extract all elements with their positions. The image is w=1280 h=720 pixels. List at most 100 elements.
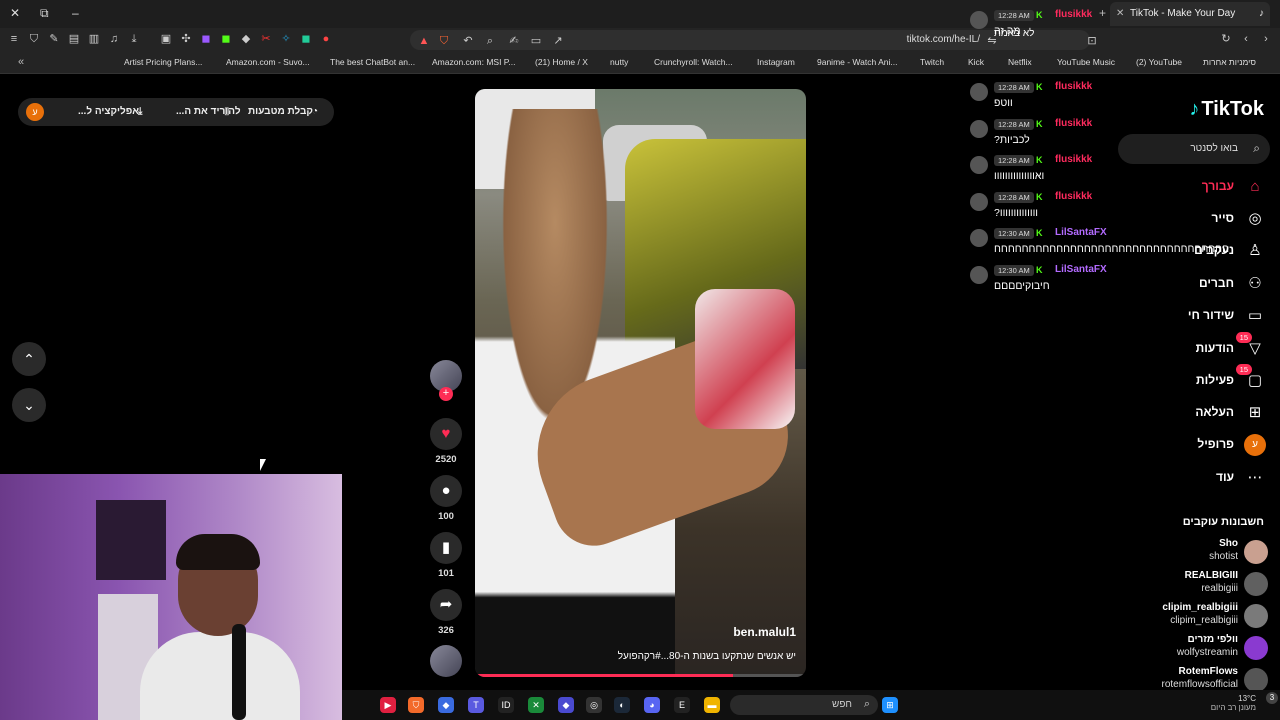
xbox-app-icon[interactable]: ✕ — [528, 697, 544, 713]
sidebar-icon[interactable]: ▥ — [88, 33, 100, 45]
following-account[interactable]: REALBIGIII realbigiii — [1122, 570, 1272, 600]
download-pc-link[interactable]: ...להוריד את ה — [176, 106, 241, 117]
cast-icon[interactable]: ▭ — [530, 35, 542, 47]
app-download-banner[interactable]: ע ...אפליקציה ל ⤓ ...להוריד את ה ▯ קבלת … — [18, 98, 334, 126]
taskbar-search[interactable]: חפש ⌕ — [730, 695, 878, 715]
minimize-window-icon[interactable]: – — [72, 6, 79, 20]
chat-username[interactable]: flusikkk — [1055, 81, 1092, 92]
bookmark-item[interactable]: Instagram — [757, 57, 795, 67]
teams-app-icon[interactable]: T — [468, 697, 484, 713]
video-author[interactable]: ben.malul1 — [733, 625, 796, 639]
follow-plus-icon[interactable]: + — [439, 387, 453, 401]
id-app-icon[interactable]: ID — [498, 697, 514, 713]
bookmark-item[interactable]: (2) YouTube — [1136, 57, 1182, 67]
bookmark-item[interactable]: Amazon.com: MSI P... — [432, 57, 515, 67]
heart-icon[interactable]: ♥ — [430, 418, 462, 450]
chat-username[interactable]: flusikkk — [1055, 154, 1092, 165]
bookmark-icon[interactable]: ▮ — [430, 532, 462, 564]
notification-badge[interactable]: 3 — [1266, 692, 1278, 704]
download-app-link[interactable]: ...אפליקציה ל — [78, 106, 139, 117]
shield-icon[interactable]: ⛉ — [28, 33, 40, 45]
following-account[interactable]: וולפי מזרים wolfystreamin — [1122, 634, 1272, 664]
app-blue-icon[interactable]: ◆ — [438, 697, 454, 713]
extension-purple-icon[interactable]: ◼ — [200, 33, 212, 45]
sidebar-item-activity[interactable]: פעילות ▢ 15 — [1106, 364, 1266, 392]
screenshot-icon[interactable]: ▣ — [160, 33, 172, 45]
chat-username[interactable]: LilSantaFX — [1055, 264, 1107, 275]
bookmark-item[interactable]: Crunchyroll: Watch... — [654, 57, 733, 67]
sidebar-item-live[interactable]: שידור חי ▭ — [1106, 305, 1266, 327]
chat-username[interactable]: flusikkk — [1055, 118, 1092, 129]
bookmark-item[interactable]: Artist Pricing Plans... — [124, 57, 202, 67]
bookmark-item[interactable]: (21) Home / X — [535, 57, 588, 67]
music-icon[interactable]: ♫ — [108, 33, 120, 45]
avatar[interactable] — [1244, 572, 1268, 596]
following-account[interactable]: Sho shotist — [1122, 538, 1272, 568]
sidebar-item-label: העלאה — [1195, 405, 1234, 419]
next-video-button[interactable]: ⌄ — [12, 388, 46, 422]
sidebar-item-profile[interactable]: פרופיל ע — [1106, 434, 1266, 456]
chat-time: 12:28 AM — [994, 10, 1034, 21]
file-explorer-icon[interactable]: ▬ — [704, 697, 720, 713]
avatar[interactable] — [1244, 540, 1268, 564]
comment-icon[interactable]: ● — [430, 475, 462, 507]
obs-app-icon[interactable]: ◎ — [586, 697, 602, 713]
chat-username[interactable]: flusikkk — [1055, 9, 1092, 20]
discord-app-icon[interactable]: ◕ — [644, 697, 660, 713]
share-icon[interactable]: ↗ — [552, 35, 564, 47]
app-diamond-icon[interactable]: ◆ — [558, 697, 574, 713]
sidebar-item-messages[interactable]: הודעות ▽ 15 — [1106, 332, 1266, 360]
sidebar-item-upload[interactable]: העלאה ⊞ — [1106, 402, 1266, 424]
video-progress-bar[interactable] — [475, 674, 806, 677]
bookmark-item[interactable]: Twitch — [920, 57, 944, 67]
video-player[interactable]: ben.malul1 יש אנשים שנתקעו בשנות ה-80...… — [475, 89, 806, 677]
tabs-icon[interactable]: ▤ — [68, 33, 80, 45]
previous-video-button[interactable]: ⌃ — [12, 342, 46, 376]
brave-app-icon[interactable]: ⛉ — [408, 697, 424, 713]
back-arrow-icon[interactable]: ↶ — [462, 35, 474, 47]
steam-app-icon[interactable]: ◐ — [614, 697, 630, 713]
chat-username[interactable]: flusikkk — [1055, 191, 1092, 202]
extension-diamond-icon[interactable]: ◆ — [240, 33, 252, 45]
bookmark-item[interactable]: The best ChatBot an... — [330, 57, 415, 67]
save-action[interactable]: ▮ 101 — [427, 532, 465, 579]
brave-shield-icon[interactable]: ⛉ — [438, 35, 450, 47]
pen-icon[interactable]: ✎ — [48, 33, 60, 45]
restore-window-icon[interactable]: ⧉ — [40, 6, 49, 21]
youtube-app-icon[interactable]: ▶ — [380, 697, 396, 713]
comment-action[interactable]: ● 100 — [427, 475, 465, 522]
avatar[interactable] — [1244, 636, 1268, 660]
music-disc-avatar[interactable] — [430, 645, 462, 677]
bookmark-item[interactable]: nutty — [610, 57, 628, 67]
sidebar-item-more[interactable]: עוד ⋯ — [1106, 467, 1266, 489]
extension-blue-icon[interactable]: ✧ — [280, 33, 292, 45]
bookmarks-overflow-icon[interactable]: « — [18, 56, 24, 68]
extensions-icon[interactable]: ✣ — [180, 33, 192, 45]
menu-icon[interactable]: ≡ — [8, 33, 20, 45]
weather-widget[interactable]: 13°C מעונן רב היום — [1211, 694, 1256, 712]
extension-teal-icon[interactable]: ◼ — [300, 33, 312, 45]
windows-start-icon[interactable]: ⊞ — [882, 697, 898, 713]
chat-username[interactable]: LilSantaFX — [1055, 227, 1107, 238]
download-icon[interactable]: ⤓ — [128, 33, 140, 45]
zoom-icon[interactable]: ⌕ — [484, 35, 496, 47]
bookmark-item[interactable]: Amazon.com - Suvo... — [226, 57, 310, 67]
avatar[interactable] — [1244, 604, 1268, 628]
close-window-icon[interactable]: ✕ — [10, 6, 20, 20]
brave-rewards-icon[interactable]: ▲ — [418, 35, 430, 47]
extension-green-icon[interactable]: ◼ — [220, 33, 232, 45]
bookmark-item[interactable]: סימניות אחרות — [1203, 57, 1256, 67]
bookmark-item[interactable]: 9anime - Watch Ani... — [817, 57, 897, 67]
extension-lastpass-icon[interactable]: ● — [320, 33, 332, 45]
like-action[interactable]: ♥ 2520 — [427, 418, 465, 465]
translate-icon[interactable]: ✍ — [508, 35, 520, 47]
epic-app-icon[interactable]: E — [674, 697, 690, 713]
avatar[interactable] — [1244, 668, 1268, 692]
share-action[interactable]: ➦ 326 — [427, 589, 465, 636]
account-handle: clipim_realbigiii — [1170, 615, 1238, 626]
get-coins-link[interactable]: קבלת מטבעות — [248, 106, 313, 117]
share-arrow-icon[interactable]: ➦ — [430, 589, 462, 621]
extension-red-icon[interactable]: ✂ — [260, 33, 272, 45]
weather-desc: מעונן רב היום — [1210, 703, 1256, 712]
following-account[interactable]: clipim_realbigiii clipim_realbigiii — [1122, 602, 1272, 632]
